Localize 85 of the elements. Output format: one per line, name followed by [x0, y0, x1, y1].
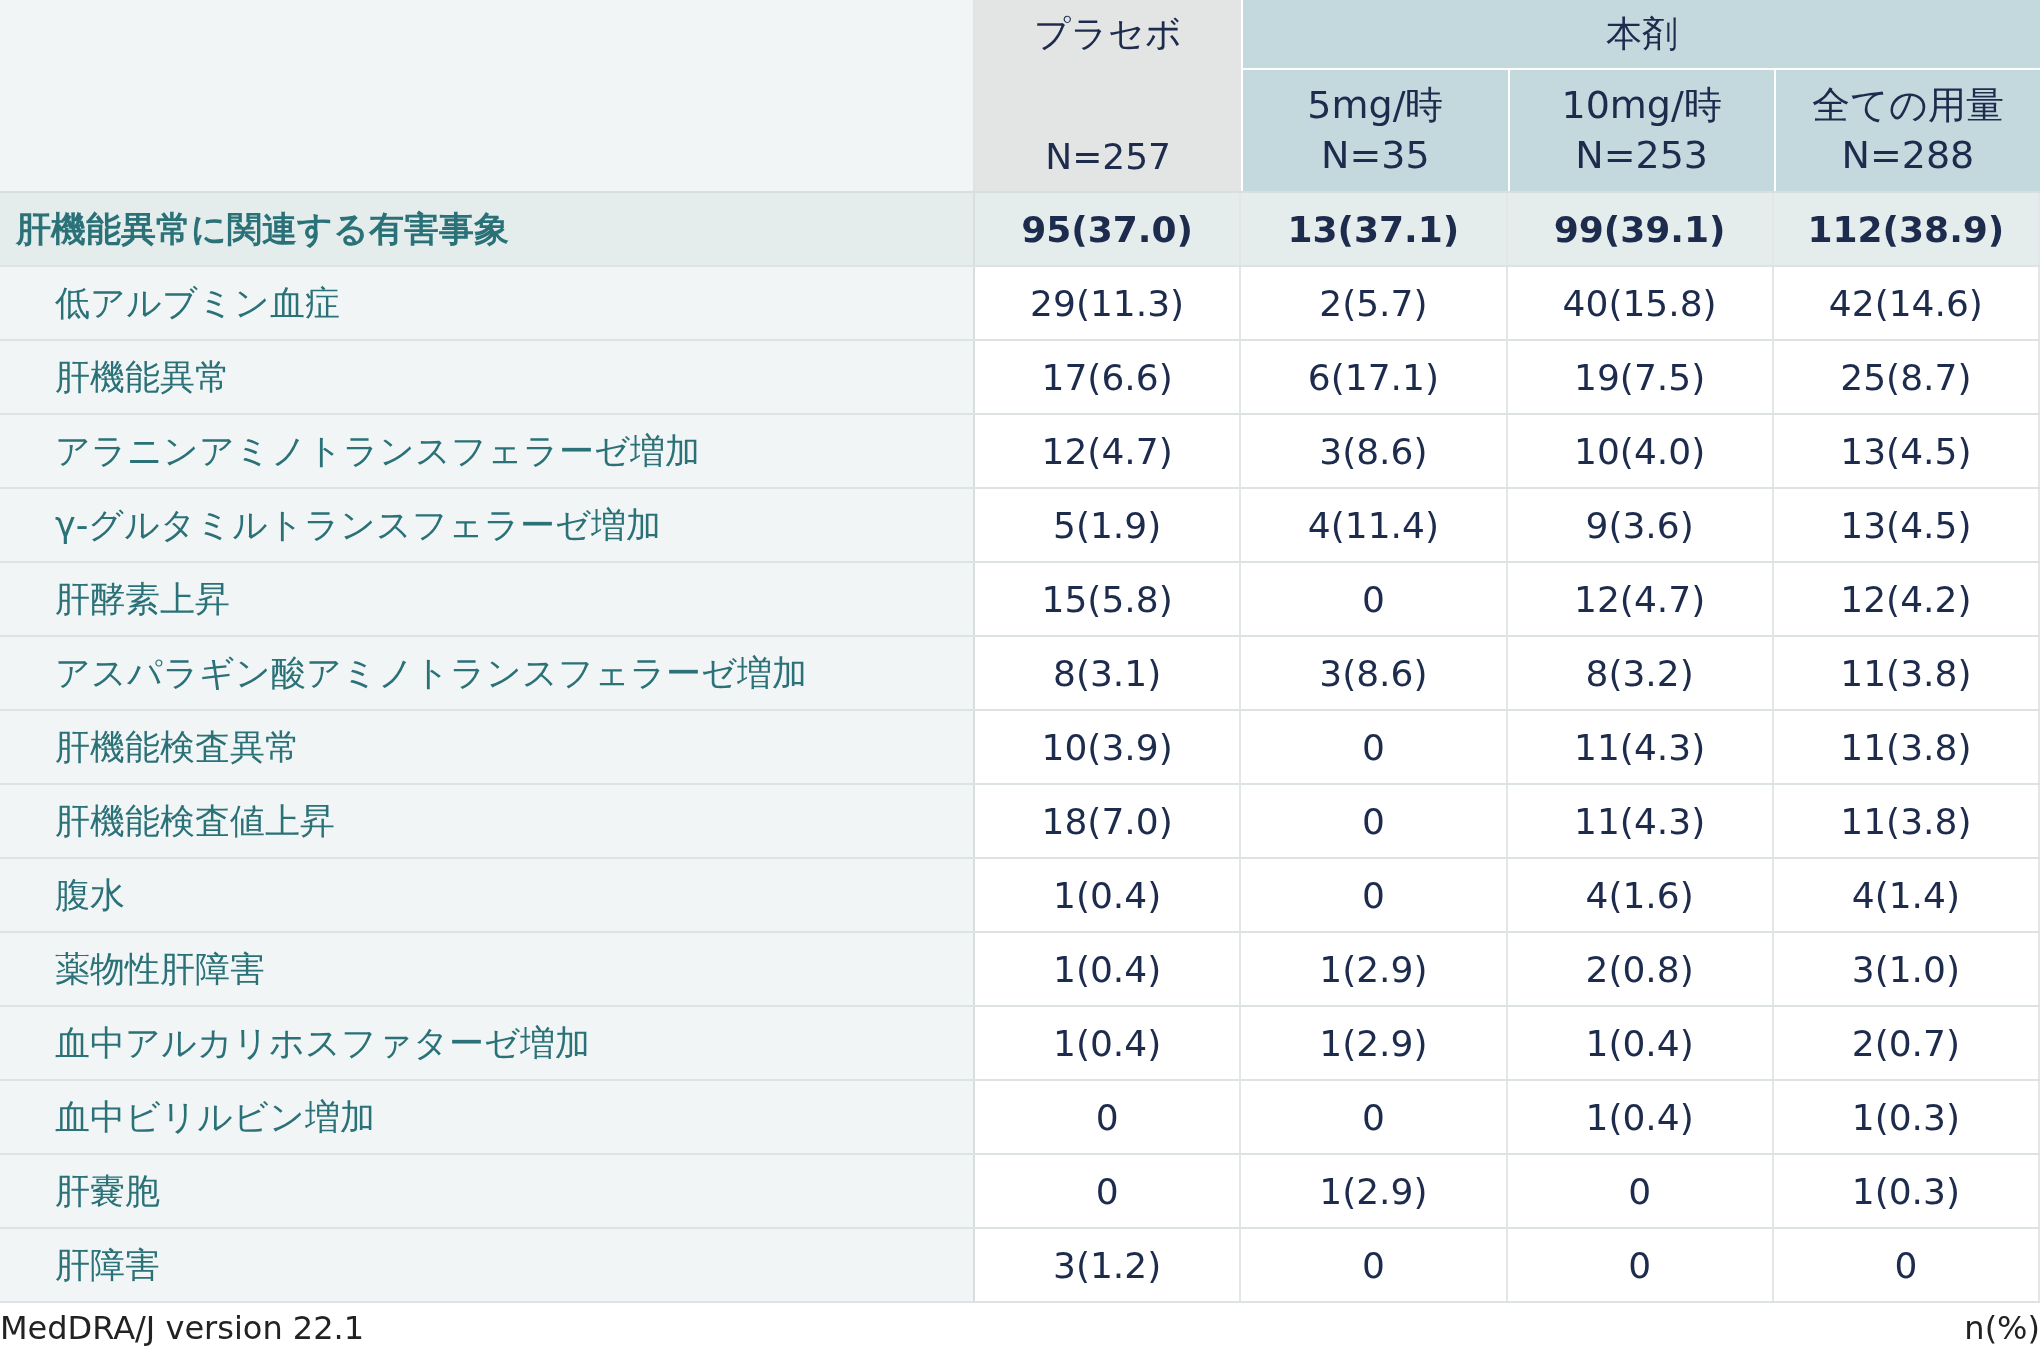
table-cell: 2(0.7)	[1773, 1007, 2040, 1079]
table-cell: 0	[1241, 785, 1508, 857]
table-cell: 13(37.1)	[1241, 193, 1508, 265]
table-cell: 0	[975, 1081, 1242, 1153]
row-label: アラニンアミノトランスフェラーゼ増加	[0, 415, 975, 487]
table-cell: 3(8.6)	[1241, 637, 1508, 709]
table-cell: 3(1.0)	[1773, 933, 2040, 1005]
table-cell: 42(14.6)	[1773, 267, 2040, 339]
table-cell: 1(0.4)	[1507, 1007, 1774, 1079]
table-cell: 1(0.3)	[1773, 1155, 2040, 1227]
table-cell: 1(0.4)	[1507, 1081, 1774, 1153]
row-label: 血中ビリルビン増加	[0, 1081, 975, 1153]
table-cell: 9(3.6)	[1507, 489, 1774, 561]
column-title: 全ての用量	[1811, 82, 2004, 130]
table-cell: 1(0.4)	[975, 1007, 1242, 1079]
table-cell: 95(37.0)	[975, 193, 1242, 265]
table-cell: 25(8.7)	[1773, 341, 2040, 413]
table-cell: 12(4.7)	[1507, 563, 1774, 635]
table-cell: 8(3.1)	[975, 637, 1242, 709]
table-cell: 0	[975, 1155, 1242, 1227]
table-cell: 1(0.3)	[1773, 1081, 2040, 1153]
column-count: N=257	[1045, 136, 1172, 177]
unit-label: n(%)	[1964, 1309, 2040, 1348]
table-cell: 112(38.9)	[1773, 193, 2040, 265]
table-cell: 0	[1241, 859, 1508, 931]
table-cell: 2(0.8)	[1507, 933, 1774, 1005]
table-cell: 11(3.8)	[1773, 711, 2040, 783]
footnote: MedDRA/J version 22.1	[0, 1309, 365, 1348]
column-title: 10mg/時	[1561, 82, 1722, 130]
table-cell: 17(6.6)	[975, 341, 1242, 413]
table-cell: 3(1.2)	[975, 1229, 1242, 1301]
table-cell: 29(11.3)	[975, 267, 1242, 339]
group-header: 本剤	[1241, 0, 2040, 70]
table-cell: 4(1.4)	[1773, 859, 2040, 931]
table-cell: 10(4.0)	[1507, 415, 1774, 487]
row-label: 肝機能検査値上昇	[0, 785, 975, 857]
table-cell: 13(4.5)	[1773, 489, 2040, 561]
table-cell: 8(3.2)	[1507, 637, 1774, 709]
table-cell: 1(2.9)	[1241, 1155, 1508, 1227]
column-title: 5mg/時	[1307, 82, 1444, 130]
table-cell: 1(2.9)	[1241, 1007, 1508, 1079]
row-label: 肝機能異常	[0, 341, 975, 413]
table-cell: 10(3.9)	[975, 711, 1242, 783]
row-label: γ-グルタミルトランスフェラーゼ増加	[0, 489, 975, 561]
table-cell: 11(3.8)	[1773, 637, 2040, 709]
table-cell: 4(11.4)	[1241, 489, 1508, 561]
table-cell: 19(7.5)	[1507, 341, 1774, 413]
row-label: 低アルブミン血症	[0, 267, 975, 339]
row-label: 肝酵素上昇	[0, 563, 975, 635]
row-label: 肝嚢胞	[0, 1155, 975, 1227]
table-cell: 11(4.3)	[1507, 785, 1774, 857]
table-cell: 12(4.7)	[975, 415, 1242, 487]
table-cell: 3(8.6)	[1241, 415, 1508, 487]
row-label: 肝機能検査異常	[0, 711, 975, 783]
table-cell: 12(4.2)	[1773, 563, 2040, 635]
table-cell: 1(2.9)	[1241, 933, 1508, 1005]
table-cell: 18(7.0)	[975, 785, 1242, 857]
table-cell: 4(1.6)	[1507, 859, 1774, 931]
column-count: N=35	[1321, 131, 1430, 179]
table-cell: 11(3.8)	[1773, 785, 2040, 857]
column-title: プラセボ	[1034, 12, 1183, 56]
table-cell: 0	[1773, 1229, 2040, 1301]
table-cell: 13(4.5)	[1773, 415, 2040, 487]
table-cell: 2(5.7)	[1241, 267, 1508, 339]
table-cell: 1(0.4)	[975, 859, 1242, 931]
table-cell: 40(15.8)	[1507, 267, 1774, 339]
table-cell: 0	[1241, 711, 1508, 783]
table-cell: 0	[1241, 1229, 1508, 1301]
table-cell: 5(1.9)	[975, 489, 1242, 561]
column-count: N=253	[1575, 131, 1708, 179]
table-cell: 6(17.1)	[1241, 341, 1508, 413]
row-label: アスパラギン酸アミノトランスフェラーゼ増加	[0, 637, 975, 709]
table-cell: 0	[1507, 1155, 1774, 1227]
table-cell: 0	[1241, 563, 1508, 635]
row-label: 肝障害	[0, 1229, 975, 1301]
table-cell: 0	[1507, 1229, 1774, 1301]
row-label: 腹水	[0, 859, 975, 931]
table-cell: 0	[1241, 1081, 1508, 1153]
table-cell: 1(0.4)	[975, 933, 1242, 1005]
table-cell: 11(4.3)	[1507, 711, 1774, 783]
row-label: 薬物性肝障害	[0, 933, 975, 1005]
table-cell: 99(39.1)	[1507, 193, 1774, 265]
row-label: 血中アルカリホスファターゼ増加	[0, 1007, 975, 1079]
column-count: N=288	[1841, 131, 1975, 179]
table-cell: 15(5.8)	[975, 563, 1242, 635]
